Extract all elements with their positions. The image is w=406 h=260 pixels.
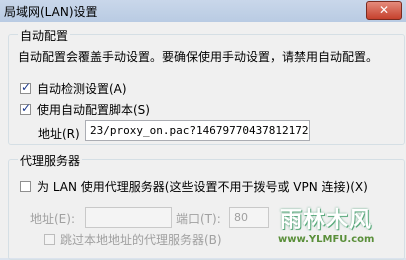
auto-config-group-title: 自动配置 (18, 27, 71, 44)
script-address-input[interactable]: 23/proxy_on.pac?1467977043781217200 (85, 120, 310, 141)
watermark-url: www.YLMFU.com (278, 234, 375, 245)
window-title: 局域网(LAN)设置 (4, 5, 98, 19)
auto-detect-checkbox[interactable] (20, 80, 31, 94)
auto-config-description: 自动配置会覆盖手动设置。要确保使用手动设置，请禁用自动配置。 (18, 50, 379, 64)
watermark-name: 雨林木风 (280, 208, 373, 233)
use-script-checkbox[interactable] (20, 101, 31, 115)
close-button[interactable]: ✕ (366, 1, 402, 20)
use-script-label[interactable]: 使用自动配置脚本(S) (37, 101, 150, 118)
proxy-port-label: 端口(T): (176, 212, 221, 226)
proxy-group-title: 代理服务器 (18, 152, 83, 169)
bypass-local-label[interactable]: 跳过本地地址的代理服务器(B) (60, 231, 222, 248)
script-address-label: 地址(R) (38, 127, 80, 141)
proxy-port-input[interactable]: 80 (229, 207, 269, 228)
bypass-local-checkbox[interactable] (44, 234, 55, 245)
auto-detect-label[interactable]: 自动检测设置(A) (37, 80, 127, 97)
proxy-address-label: 地址(E): (30, 212, 75, 226)
use-proxy-label[interactable]: 为 LAN 使用代理服务器(这些设置不用于拨号或 VPN 连接)(X) (37, 178, 368, 195)
proxy-address-input[interactable] (85, 207, 172, 228)
title-bar: 局域网(LAN)设置 ✕ (0, 0, 406, 22)
use-proxy-checkbox[interactable] (20, 181, 31, 192)
site-watermark: 雨林木风 www.YLMFU.com (268, 200, 406, 258)
